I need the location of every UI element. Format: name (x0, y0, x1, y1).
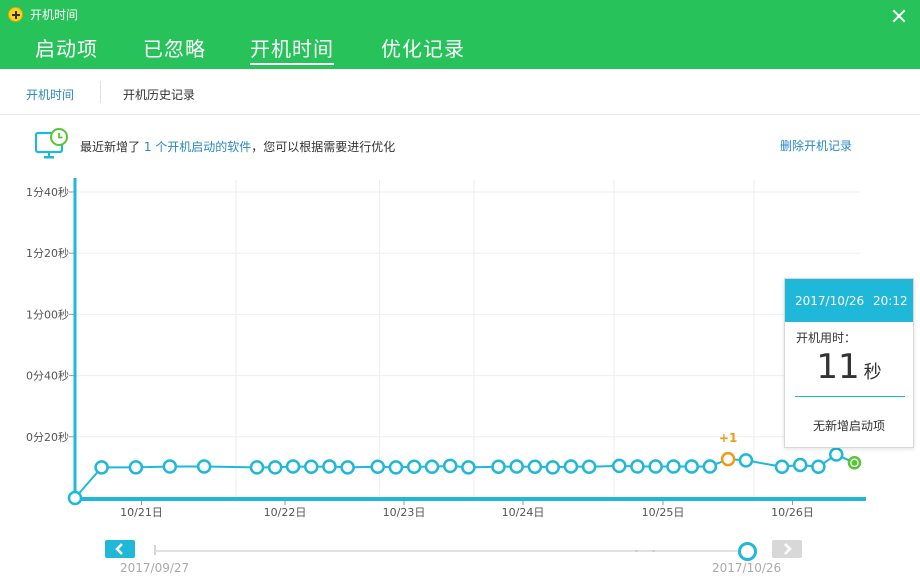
timeline-next-button[interactable] (772, 540, 802, 558)
tooltip-time: 20:12 (873, 294, 908, 308)
data-point (388, 460, 404, 475)
close-icon[interactable] (888, 5, 910, 27)
tooltip-header: 2017/10/26 20:12 (785, 279, 913, 322)
data-point (792, 457, 808, 473)
tooltip-note: 无新增启动项 (812, 419, 885, 433)
tooltip-value: 11 (816, 347, 860, 387)
data-point (322, 459, 337, 474)
data-point (340, 460, 355, 475)
y-tick-label: 0分40秒 (26, 369, 69, 383)
data-point (829, 447, 844, 462)
data-point (461, 460, 476, 475)
y-tick-label: 1分40秒 (26, 185, 69, 199)
delete-boot-records-link[interactable]: 删除开机记录 (780, 137, 852, 154)
data-point (370, 459, 385, 475)
data-point (527, 459, 543, 475)
notice-suffix: ，您可以根据需要进行优化 (251, 140, 396, 154)
tooltip-date: 2017/10/26 (795, 294, 865, 308)
tab-startup-items[interactable]: 启动项 (35, 33, 98, 62)
data-point (491, 459, 506, 475)
data-point (738, 453, 754, 468)
tooltip-divider (795, 396, 905, 397)
x-tick-label: 10/21日 (120, 506, 163, 519)
data-point (249, 460, 265, 475)
data-point (406, 459, 422, 475)
timeline-mark (635, 550, 638, 552)
x-tick-label: 10/26日 (771, 506, 814, 519)
boot-time-tooltip: 2017/10/26 20:12 开机用时： 11 秒 无新增启动项 (784, 278, 914, 448)
data-point (811, 459, 826, 475)
window-title: 开机时间 (30, 8, 79, 22)
data-point (509, 459, 524, 474)
y-tick-label: 1分20秒 (26, 246, 69, 260)
timeline-prev-button[interactable] (105, 540, 135, 558)
data-point (702, 459, 718, 474)
data-point (285, 459, 301, 474)
data-point (128, 460, 144, 475)
tab-boot-time[interactable]: 开机时间 (250, 33, 334, 65)
x-tick-label: 10/23日 (383, 506, 426, 519)
new-startup-notice: 最近新增了 1 个开机启动的软件，您可以根据需要进行优化 (80, 138, 395, 155)
x-tick-label: 10/25日 (642, 506, 685, 519)
title-bar: 开机时间 启动项 已忽略 开机时间 优化记录 (0, 0, 920, 69)
y-tick-label: 1分00秒 (26, 307, 69, 321)
data-point (630, 459, 645, 474)
x-tick-label: 10/22日 (264, 506, 307, 519)
new-startup-software-link[interactable]: 1 个开机启动的软件 (144, 140, 251, 154)
data-point (162, 459, 178, 474)
data-point (67, 490, 83, 506)
tooltip-label: 开机用时： (796, 331, 857, 345)
tooltip-boot-duration: 11 秒 (785, 347, 913, 387)
data-point (267, 460, 283, 475)
app-logo-icon (8, 7, 23, 22)
data-point (196, 459, 212, 474)
data-point (545, 460, 560, 475)
boot-time-line (74, 453, 855, 499)
data-point (581, 459, 597, 475)
notice-prefix: 最近新增了 (80, 140, 144, 154)
x-tick-label: 10/24日 (502, 506, 545, 519)
timeline-handle[interactable] (738, 542, 757, 561)
chevron-right-icon (784, 543, 792, 555)
boot-time-chart: 0分20秒 0分40秒 1分00秒 1分20秒 1分40秒 10/21日 10/22日 10/… (26, 178, 866, 519)
timeline-track[interactable] (155, 550, 745, 552)
data-point (442, 458, 458, 474)
selected-point-center (851, 459, 858, 466)
data-point (304, 459, 319, 475)
subtab-boot-history[interactable]: 开机历史记录 (123, 86, 195, 103)
sub-navigation: 开机时间 开机历史记录 (0, 69, 920, 115)
data-point (648, 459, 663, 474)
data-point (563, 459, 579, 474)
tooltip-unit: 秒 (863, 362, 882, 383)
data-point (684, 459, 699, 474)
subtab-boot-time[interactable]: 开机时间 (26, 86, 74, 103)
new-software-label: +1 (719, 431, 737, 445)
monitor-clock-icon (35, 128, 68, 159)
data-point (612, 458, 627, 474)
subnav-divider (100, 81, 101, 103)
data-point (424, 459, 440, 475)
tab-ignored[interactable]: 已忽略 (143, 33, 206, 62)
timeline-start-date: 2017/09/27 (120, 561, 190, 575)
data-point (666, 459, 681, 474)
data-point (720, 451, 736, 467)
chevron-left-icon (115, 543, 123, 555)
timeline-mark (652, 550, 655, 552)
data-point (774, 459, 790, 475)
tab-optimization-log[interactable]: 优化记录 (381, 33, 465, 62)
y-tick-label: 0分20秒 (26, 430, 69, 444)
data-point (94, 460, 109, 475)
timeline-end-date: 2017/10/26 (712, 561, 782, 575)
